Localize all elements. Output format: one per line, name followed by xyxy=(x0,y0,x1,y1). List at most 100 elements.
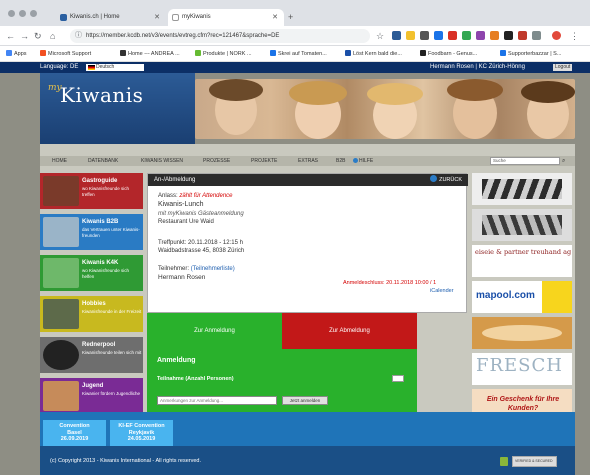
ad-banner-stripes[interactable] xyxy=(472,209,572,241)
participants-row: Teilnehmer: (Teilnehmerliste) xyxy=(158,266,235,272)
comment-input[interactable]: Anmerkungen zur Anmeldung... xyxy=(157,396,277,405)
tile-gastroguide[interactable]: Gastroguide wo Kiwanisfreunde sich treff… xyxy=(40,173,143,209)
tile-jugend[interactable]: Jugend Kiwanier fördern Jugendliche xyxy=(40,378,143,414)
extension-icon[interactable] xyxy=(420,31,429,40)
menu-datenbank[interactable]: DATENBANK xyxy=(88,156,118,166)
logout-button[interactable]: Logout xyxy=(553,64,573,71)
ad-fresch[interactable]: FRESCH xyxy=(472,353,572,385)
kiwanis-favicon-icon xyxy=(60,14,67,21)
menu-b2b[interactable]: B2B xyxy=(336,156,345,166)
site-header: my Kiwanis xyxy=(40,73,575,144)
forward-arrow-icon[interactable]: → xyxy=(20,29,29,43)
menu-projekte[interactable]: PROJEKTE xyxy=(251,156,277,166)
apps-grid-icon xyxy=(6,50,12,56)
bookmark-item[interactable]: Microsoft Support xyxy=(40,46,91,62)
browser-tab-bar: Kiwanis.ch | Home ✕ myKiwanis ✕ + xyxy=(0,0,590,26)
back-button[interactable]: ZURÜCK xyxy=(430,174,462,186)
browser-toolbar: ← → ↻ ⌂ ⓘ https://member.kcdb.net/v3/eve… xyxy=(0,26,590,46)
tile-title: Rednerpool xyxy=(82,342,116,348)
tile-rednerpool[interactable]: Rednerpool Kiwanisfreunde teilen sich mi… xyxy=(40,337,143,373)
menu-prozesse[interactable]: PROZESSE xyxy=(203,156,230,166)
tile-subtitle: Kiwanisfreunde teilen sich mit xyxy=(82,350,142,355)
extension-icon[interactable] xyxy=(504,31,513,40)
bookmark-item[interactable]: Produkte | NORK ... xyxy=(195,46,252,62)
extension-icon[interactable] xyxy=(392,31,401,40)
tile-subtitle: wo Kiwanisfreunde sich helfen xyxy=(82,268,130,279)
search-input[interactable]: Suche xyxy=(490,157,560,165)
help-icon xyxy=(353,158,358,163)
participants-count-field[interactable] xyxy=(392,375,404,382)
search-icon[interactable]: ⌕ xyxy=(562,156,565,166)
ad-graphic xyxy=(482,325,562,341)
extension-icon[interactable] xyxy=(462,31,471,40)
ad-food[interactable] xyxy=(472,317,572,349)
tile-title: Jugend xyxy=(82,383,104,389)
language-select[interactable]: Deutsch xyxy=(86,64,144,71)
logo-area[interactable]: my Kiwanis xyxy=(40,73,195,144)
site-footer: (c) Copyright 2013 - Kiwanis Internation… xyxy=(40,446,575,475)
participant-list-link[interactable]: (Teilnehmerliste) xyxy=(191,266,235,272)
bookmark-favicon-icon xyxy=(120,50,126,56)
tile-kiwanis-k4k[interactable]: Kiwanis K4K wo Kiwanisfreunde sich helfe… xyxy=(40,255,143,291)
home-icon[interactable]: ⌂ xyxy=(50,29,55,43)
ad-mapool[interactable]: mapool.com xyxy=(472,281,572,313)
menu-hilfe[interactable]: HILFE xyxy=(353,156,373,166)
tile-image xyxy=(43,258,79,288)
menu-dots-icon[interactable]: ⋮ xyxy=(570,29,579,43)
reload-icon[interactable]: ↻ xyxy=(34,29,42,43)
menu-kiwanis-wissen[interactable]: KIWANIS WISSEN xyxy=(141,156,183,166)
back-arrow-icon[interactable]: ← xyxy=(6,29,15,43)
bookmark-apps[interactable]: Apps xyxy=(6,46,27,62)
tile-image xyxy=(43,299,79,329)
unregister-button[interactable]: Zur Abmeldung xyxy=(282,313,417,349)
tab-kiwanis-home[interactable]: Kiwanis.ch | Home ✕ xyxy=(56,9,166,26)
window-close-dot[interactable] xyxy=(8,10,15,17)
tab-mykiwanis[interactable]: myKiwanis ✕ xyxy=(168,9,284,26)
tile-subtitle: Kiwanisfreunde in der Freizeit xyxy=(82,309,142,314)
close-icon[interactable]: ✕ xyxy=(272,9,278,26)
tile-hobbies[interactable]: Hobbies Kiwanisfreunde in der Freizeit xyxy=(40,296,143,332)
extension-icon[interactable] xyxy=(490,31,499,40)
extension-icon[interactable] xyxy=(448,31,457,40)
web-page: Language: DE Deutsch Hermann Rosen | KC … xyxy=(0,62,590,475)
tile-kiwanis-b2b[interactable]: Kiwanis B2B das Vertrauen unter Kiwanis-… xyxy=(40,214,143,250)
event-address: Waidbadstrasse 45, 8038 Zürich xyxy=(158,248,245,254)
menu-home[interactable]: HOME xyxy=(52,156,67,166)
bookmark-item[interactable]: Skrei auf Tomaten... xyxy=(270,46,327,62)
bookmark-favicon-icon xyxy=(420,50,426,56)
close-icon[interactable]: ✕ xyxy=(154,9,160,26)
ad-banner-bars[interactable] xyxy=(472,173,572,205)
icalendar-link[interactable]: iCalender xyxy=(430,288,454,294)
ad-graphic xyxy=(482,179,562,199)
panel-title: An-/Abmeldung xyxy=(154,177,196,183)
bookmark-item[interactable]: Löst Kern bald die... xyxy=(345,46,402,62)
tile-title: Gastroguide xyxy=(82,178,118,184)
extension-icon[interactable] xyxy=(532,31,541,40)
extension-icon[interactable] xyxy=(434,31,443,40)
address-bar[interactable]: ⓘ https://member.kcdb.net/v3/events/evtr… xyxy=(70,29,370,43)
conventions-row: Convention Basel 26.09.2019 KI-EF Conven… xyxy=(40,412,575,450)
register-now-button[interactable]: Jetzt anmelden xyxy=(282,396,328,405)
secure-badge[interactable]: VERIFIED & SECURED xyxy=(512,456,557,467)
event-meeting-point: Treffpunkt: 20.11.2018 - 12:15 h xyxy=(158,240,243,246)
child-hair xyxy=(367,83,423,105)
ad-eiseie-partner[interactable]: eiseie & partner treuhand ag xyxy=(472,245,572,277)
new-tab-icon[interactable]: + xyxy=(288,12,293,22)
window-maximize-dot[interactable] xyxy=(30,10,37,17)
bookmark-item[interactable]: Home --- ANDREA ... xyxy=(120,46,180,62)
register-button[interactable]: Zur Anmeldung xyxy=(147,313,282,349)
extension-icon[interactable] xyxy=(518,31,527,40)
extension-icon[interactable] xyxy=(476,31,485,40)
bookmark-item[interactable]: Foodbarn - Genus... xyxy=(420,46,477,62)
window-minimize-dot[interactable] xyxy=(19,10,26,17)
header-photo-children xyxy=(195,79,575,139)
tile-subtitle: wo Kiwanisfreunde sich treffen xyxy=(82,186,130,197)
bookmark-item[interactable]: Supporterbazzar | S... xyxy=(500,46,561,62)
profile-icon[interactable] xyxy=(552,31,561,40)
info-icon[interactable]: ⓘ xyxy=(75,29,82,43)
menu-extras[interactable]: EXTRAS xyxy=(298,156,318,166)
back-arrow-icon xyxy=(430,175,438,182)
star-icon[interactable]: ☆ xyxy=(376,29,384,43)
german-flag-icon xyxy=(88,65,95,70)
extension-icon[interactable] xyxy=(406,31,415,40)
